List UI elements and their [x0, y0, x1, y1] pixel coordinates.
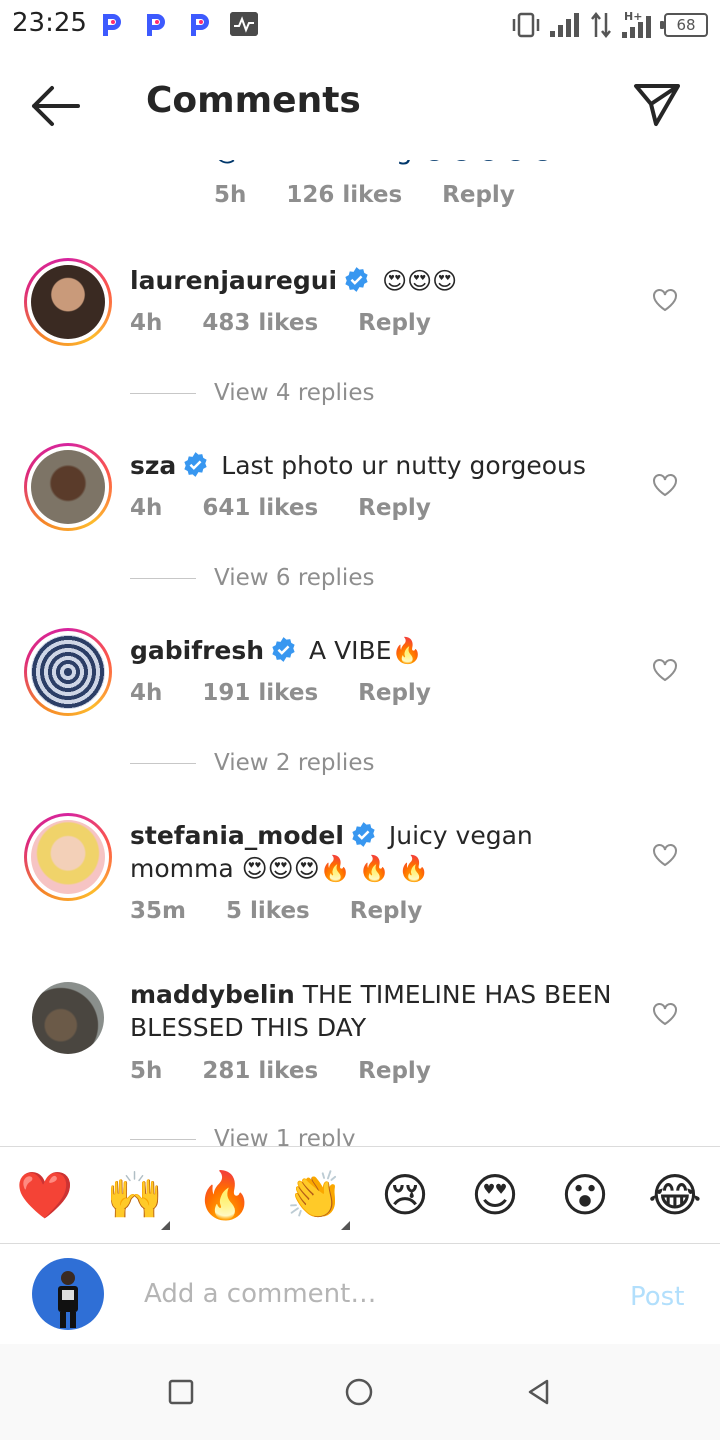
data-transfer-icon: [591, 11, 611, 39]
comment-likes[interactable]: 126 likes: [286, 182, 402, 208]
recents-square-icon[interactable]: [167, 1378, 195, 1406]
reply-button[interactable]: Reply: [358, 310, 431, 336]
comment-meta: 4h 483 likes Reply: [130, 310, 471, 336]
emoji-crying-button[interactable]: 😢: [375, 1165, 435, 1225]
comment-username[interactable]: maddybelin: [130, 980, 295, 1009]
view-replies-button[interactable]: View 6 replies: [130, 565, 374, 591]
comment-text: Last photo ur nutty gorgeous: [221, 451, 586, 480]
avatar[interactable]: [24, 628, 112, 716]
system-nav-bar: [0, 1344, 720, 1440]
skin-tone-indicator-icon: [341, 1221, 350, 1230]
emoji-heart-button[interactable]: ❤️: [15, 1165, 75, 1225]
comment-username[interactable]: gabifresh: [130, 636, 264, 665]
comment-list[interactable]: @lizzobeeating 😍😍😍😍😍 5h126 likesReply la…: [0, 140, 720, 1146]
signal-icon: [550, 13, 579, 37]
status-bar: 23:25 H+ 68: [0, 0, 720, 50]
reply-button[interactable]: Reply: [358, 680, 431, 706]
svg-text:H+: H+: [624, 10, 642, 23]
user-figure-icon: [58, 1271, 78, 1328]
header: Comments: [0, 50, 720, 160]
comment-meta: 4h 191 likes Reply: [130, 680, 471, 706]
avatar: [32, 1258, 104, 1330]
post-button[interactable]: Post: [630, 1282, 684, 1312]
reply-button[interactable]: Reply: [358, 495, 431, 521]
avatar[interactable]: [24, 258, 112, 346]
page-title: Comments: [146, 80, 361, 121]
comment-age: 4h: [130, 310, 163, 336]
vibrate-icon: [512, 12, 540, 38]
reply-button[interactable]: Reply: [350, 898, 423, 924]
comment-meta: 5h 126 likes Reply: [214, 182, 555, 208]
pinterest-p-icon: [147, 14, 165, 36]
comment-age: 4h: [130, 680, 163, 706]
paper-plane-icon[interactable]: [632, 78, 682, 128]
avatar[interactable]: [32, 982, 104, 1054]
emoji-fire-button[interactable]: 🔥: [195, 1165, 255, 1225]
arrow-left-icon[interactable]: [28, 84, 82, 128]
avatar[interactable]: [24, 813, 112, 901]
verified-badge-icon: [272, 637, 295, 662]
home-circle-icon[interactable]: [345, 1378, 373, 1406]
comment-age: 5h: [130, 1058, 163, 1084]
comment-meta: 4h 641 likes Reply: [130, 495, 471, 521]
like-heart-icon[interactable]: [652, 658, 678, 682]
view-replies-button[interactable]: View 4 replies: [130, 380, 374, 406]
status-time: 23:25: [12, 8, 87, 38]
like-heart-icon[interactable]: [652, 473, 678, 497]
comment-text: 😍😍😍: [382, 267, 458, 295]
activity-icon: [230, 12, 258, 36]
avatar[interactable]: [24, 443, 112, 531]
battery-indicator: 68: [660, 13, 708, 37]
verified-badge-icon: [184, 452, 207, 477]
view-replies-button[interactable]: View 1 reply: [130, 1126, 356, 1146]
comment-likes[interactable]: 641 likes: [202, 495, 318, 521]
pinterest-p-icon: [191, 14, 209, 36]
comment-likes[interactable]: 281 likes: [202, 1058, 318, 1084]
comment-age: 4h: [130, 495, 163, 521]
emoji-clapping-button[interactable]: 👏: [285, 1165, 345, 1225]
comment-meta: 5h 281 likes Reply: [130, 1058, 471, 1084]
emoji-heart-eyes-button[interactable]: 😍: [465, 1165, 525, 1225]
pinterest-p-icon: [103, 14, 121, 36]
back-triangle-icon[interactable]: [525, 1378, 553, 1406]
like-heart-icon[interactable]: [652, 288, 678, 312]
comment-composer: Post: [0, 1244, 720, 1344]
comment-meta: 35m 5 likes Reply: [130, 898, 462, 924]
verified-badge-icon: [352, 822, 375, 847]
comment-likes[interactable]: 5 likes: [226, 898, 310, 924]
comment-likes[interactable]: 191 likes: [202, 680, 318, 706]
like-heart-icon[interactable]: [652, 1002, 678, 1026]
quick-emoji-bar: ❤️ 🙌 🔥 👏 😢 😍 😮 😂: [0, 1146, 720, 1244]
comment-username[interactable]: stefania_model: [130, 821, 344, 850]
reply-button[interactable]: Reply: [442, 182, 515, 208]
like-heart-icon[interactable]: [652, 843, 678, 867]
comment-likes[interactable]: 483 likes: [202, 310, 318, 336]
comment-input[interactable]: [144, 1274, 584, 1314]
skin-tone-indicator-icon: [161, 1221, 170, 1230]
comment-age: 5h: [214, 182, 247, 208]
status-icons: H+ 68: [510, 10, 708, 40]
comment-age: 35m: [130, 898, 186, 924]
comment-username[interactable]: sza: [130, 451, 176, 480]
reply-button[interactable]: Reply: [358, 1058, 431, 1084]
signal-hplus-icon: H+: [622, 10, 651, 38]
verified-badge-icon: [345, 267, 368, 292]
comment-text: A VIBE🔥: [309, 636, 423, 665]
emoji-raised-hands-button[interactable]: 🙌: [105, 1165, 165, 1225]
view-replies-button[interactable]: View 2 replies: [130, 750, 374, 776]
emoji-laughing-button[interactable]: 😂: [645, 1165, 705, 1225]
comment-username[interactable]: laurenjauregui: [130, 266, 337, 295]
emoji-surprised-button[interactable]: 😮: [555, 1165, 615, 1225]
